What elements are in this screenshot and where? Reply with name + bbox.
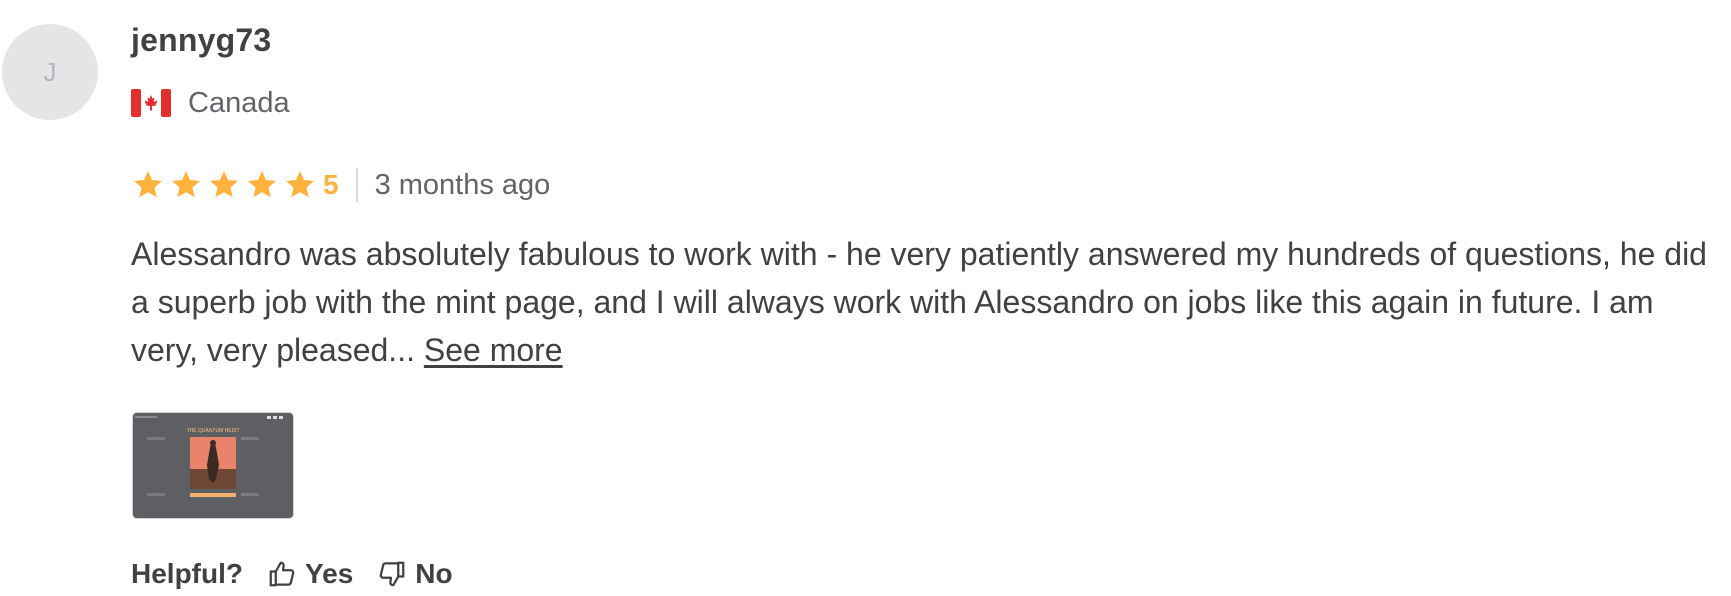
- rating-value: 5: [323, 169, 339, 200]
- avatar[interactable]: J: [2, 24, 98, 120]
- thumbs-down-icon: [379, 561, 405, 587]
- see-more-link[interactable]: See more: [424, 332, 563, 368]
- divider: [355, 168, 358, 202]
- review-body: Alessandro was absolutely fabulous to wo…: [131, 236, 1707, 368]
- attachment-preview-image: THE QUANTUM HEIST: [133, 413, 293, 518]
- star-icon: [134, 171, 162, 198]
- review-time: 3 months ago: [374, 168, 551, 201]
- helpful-no-button[interactable]: No: [377, 558, 453, 590]
- avatar-initial: J: [43, 56, 57, 87]
- no-label: No: [415, 558, 453, 589]
- star-icon: [286, 171, 314, 198]
- helpful-label: Helpful?: [131, 558, 243, 589]
- country-name: Canada: [188, 86, 290, 119]
- star-icon: [210, 171, 238, 198]
- helpful-yes-button[interactable]: Yes: [267, 558, 353, 590]
- reviewer-username[interactable]: jennyg73: [131, 22, 271, 59]
- attachment-thumbnail[interactable]: THE QUANTUM HEIST: [132, 412, 294, 519]
- attachment-title: THE QUANTUM HEIST: [187, 428, 240, 434]
- thumbs-up-icon: [269, 561, 295, 587]
- star-rating: [131, 168, 321, 202]
- star-icon: [248, 171, 276, 198]
- yes-label: Yes: [305, 558, 354, 589]
- canada-flag-icon: [131, 89, 171, 117]
- review-text: Alessandro was absolutely fabulous to wo…: [131, 230, 1716, 374]
- review-card: J jennyg73 Canada 5 3 months ago Alessan…: [0, 0, 1731, 596]
- rating-row: 5 3 months ago: [131, 167, 550, 203]
- reviewer-country: Canada: [131, 86, 290, 119]
- star-icon: [172, 171, 200, 198]
- helpful-row: Helpful? Yes No: [131, 556, 477, 592]
